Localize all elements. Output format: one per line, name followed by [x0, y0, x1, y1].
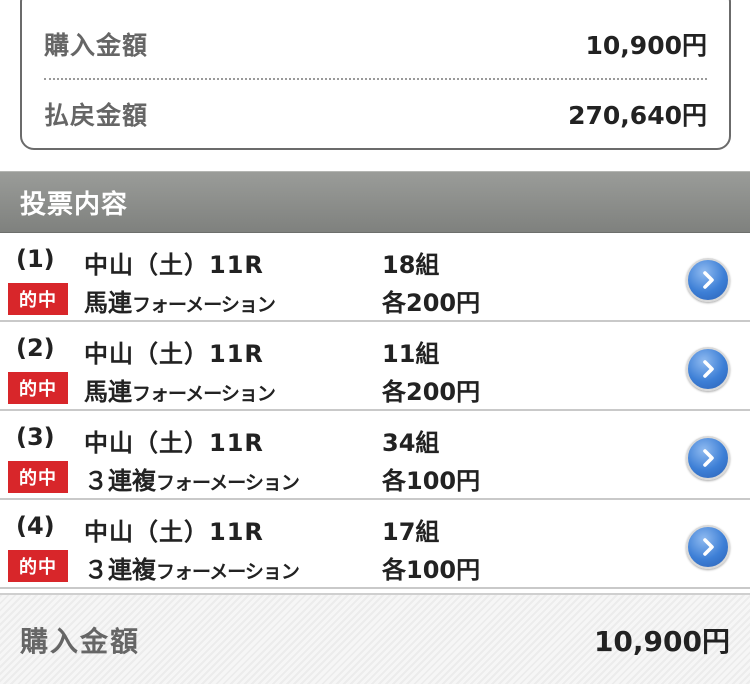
bet-number: (3): [16, 423, 55, 451]
dotted-divider: [44, 78, 707, 80]
bet-row-4[interactable]: (4) 中山（土）11R 的中 ３連複フォーメーション 17組 各100円: [0, 500, 750, 589]
purchase-amount-label: 購入金額: [44, 31, 149, 60]
bet-type: 馬連フォーメーション: [84, 372, 276, 407]
bet-number: (1): [16, 245, 55, 273]
bet-type-main: 馬連: [84, 378, 132, 406]
footer-total: 購入金額 10,900円: [0, 593, 750, 684]
bet-row-1[interactable]: (1) 中山（土）11R 的中 馬連フォーメーション 18組 各200円: [0, 233, 750, 322]
section-title: 投票内容: [20, 189, 129, 220]
bet-number: (4): [16, 512, 55, 540]
section-header: 投票内容: [0, 171, 750, 233]
chevron-right-circle-icon[interactable]: [686, 347, 730, 391]
bet-race: 中山（土）11R: [84, 429, 264, 457]
bet-combos: 18組: [382, 251, 440, 279]
bet-type-main: ３連複: [84, 556, 156, 584]
purchase-amount-value: 10,900円: [585, 31, 707, 60]
bet-result-screen: 購入金額 10,900円 払戻金額 270,640円 投票内容 (1) 中山（土…: [0, 0, 750, 684]
purchase-amount-row: 購入金額 10,900円: [44, 24, 707, 64]
bet-amount: 各200円: [382, 289, 481, 317]
bet-type-method: フォーメーション: [156, 472, 300, 494]
summary-card: 購入金額 10,900円 払戻金額 270,640円: [20, 0, 731, 150]
chevron-right-circle-icon[interactable]: [686, 258, 730, 302]
hit-badge: 的中: [8, 550, 68, 582]
hit-badge: 的中: [8, 372, 68, 404]
bet-type-method: フォーメーション: [132, 383, 276, 405]
bet-race: 中山（土）11R: [84, 251, 264, 279]
bet-type-main: 馬連: [84, 289, 132, 317]
chevron-right-circle-icon[interactable]: [686, 436, 730, 480]
bet-combos: 11組: [382, 340, 440, 368]
chevron-right-circle-icon[interactable]: [686, 525, 730, 569]
bet-type-main: ３連複: [84, 467, 156, 495]
bet-combos: 17組: [382, 518, 440, 546]
bet-type: 馬連フォーメーション: [84, 283, 276, 318]
bet-combos: 34組: [382, 429, 440, 457]
bet-type-method: フォーメーション: [156, 561, 300, 583]
payout-amount-label: 払戻金額: [44, 101, 149, 130]
bet-list: (1) 中山（土）11R 的中 馬連フォーメーション 18組 各200円 (2)…: [0, 233, 750, 589]
footer-total-label: 購入金額: [20, 624, 141, 658]
bet-number: (2): [16, 334, 55, 362]
bet-type: ３連複フォーメーション: [84, 461, 300, 496]
payout-amount-row: 払戻金額 270,640円: [44, 94, 707, 134]
payout-amount-value: 270,640円: [568, 101, 707, 130]
bet-row-3[interactable]: (3) 中山（土）11R 的中 ３連複フォーメーション 34組 各100円: [0, 411, 750, 500]
bet-row-2[interactable]: (2) 中山（土）11R 的中 馬連フォーメーション 11組 各200円: [0, 322, 750, 411]
bet-race: 中山（土）11R: [84, 518, 264, 546]
hit-badge: 的中: [8, 461, 68, 493]
footer-total-value: 10,900円: [593, 624, 730, 658]
bet-amount: 各100円: [382, 467, 481, 495]
bet-type: ３連複フォーメーション: [84, 550, 300, 585]
bet-amount: 各100円: [382, 556, 481, 584]
hit-badge: 的中: [8, 283, 68, 315]
bet-race: 中山（土）11R: [84, 340, 264, 368]
bet-amount: 各200円: [382, 378, 481, 406]
bet-type-method: フォーメーション: [132, 294, 276, 316]
